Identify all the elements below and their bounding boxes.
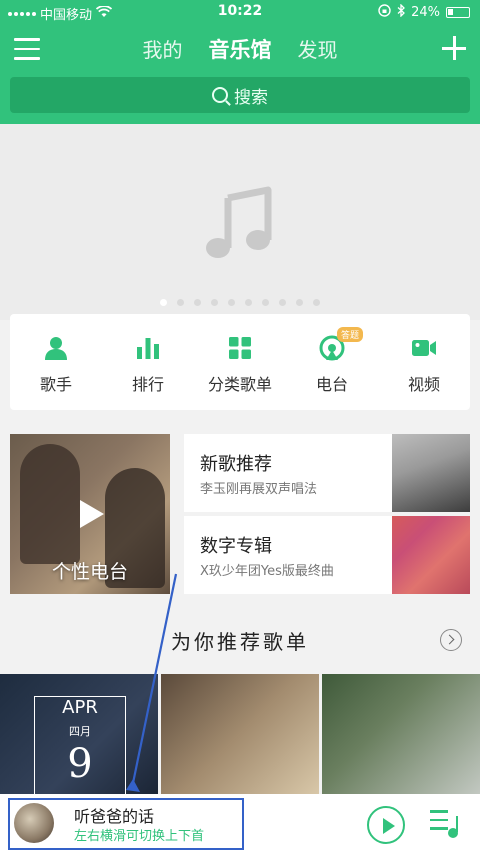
category-label: 排行 — [131, 375, 164, 394]
radio-label: 个性电台 — [51, 561, 128, 583]
carousel-dot[interactable] — [228, 299, 235, 306]
carousel-dot[interactable] — [177, 299, 184, 306]
radio-icon-wrap: 答题 — [319, 327, 364, 361]
playlist-tile[interactable] — [322, 674, 480, 794]
playlist-queue-icon[interactable] — [430, 810, 458, 838]
search-bar[interactable]: 搜索 — [10, 77, 470, 113]
music-note-icon — [206, 186, 272, 258]
card-subtitle: 李玉刚再展双声唱法 — [200, 482, 318, 497]
chevron-right-icon[interactable] — [440, 629, 462, 651]
date-day: 9 — [67, 741, 93, 787]
carousel-dot[interactable] — [194, 299, 201, 306]
category-label: 歌手 — [39, 375, 72, 394]
card-title: 数字专辑 — [200, 536, 272, 557]
date-frame: APR 四月 9 — [34, 696, 126, 794]
tab-discover[interactable]: 发现 — [298, 34, 338, 64]
carousel-dot[interactable] — [245, 299, 252, 306]
album-cover[interactable] — [14, 803, 54, 843]
add-icon[interactable] — [442, 36, 466, 60]
status-bar: 中国移动 10:22 24% — [0, 0, 480, 24]
status-right: 24% — [378, 3, 470, 21]
personal-radio-card[interactable]: 个性电台 — [10, 434, 170, 594]
search-icon — [212, 87, 228, 103]
digital-album-card[interactable]: 数字专辑 X玖少年团Yes版最终曲 — [184, 516, 470, 594]
swipe-hint: 左右横滑可切换上下首 — [74, 829, 205, 844]
radio-badge: 答题 — [337, 327, 364, 342]
tab-music-hall[interactable]: 音乐馆 — [209, 34, 272, 64]
date-month-en: APR — [62, 697, 98, 718]
now-playing-title: 听爸爸的话 — [74, 807, 155, 826]
singer-icon — [45, 337, 67, 360]
search-placeholder: 搜索 — [234, 87, 268, 108]
card-title: 新歌推荐 — [200, 454, 272, 475]
video-icon — [412, 340, 436, 356]
category-singer[interactable]: 歌手 — [16, 335, 96, 395]
playlist-tile[interactable]: APR 四月 9 — [0, 674, 158, 794]
category-label: 分类歌单 — [207, 375, 272, 394]
carousel-dot[interactable] — [262, 299, 269, 306]
bluetooth-icon — [397, 3, 406, 21]
playlist-tiles: APR 四月 9 — [0, 674, 480, 794]
battery-icon — [446, 7, 470, 18]
mini-player[interactable]: 听爸爸的话 左右横滑可切换上下首 — [0, 794, 480, 853]
main-tabs: 我的 音乐馆 发现 — [0, 34, 480, 64]
category-video[interactable]: 视频 — [384, 335, 464, 395]
category-label: 电台 — [315, 375, 348, 394]
app-screen: 中国移动 10:22 24% 我的 音乐馆 发现 搜索 歌手 排行 分类歌单 答… — [0, 0, 480, 853]
carousel-dot[interactable] — [279, 299, 286, 306]
category-playlist[interactable]: 分类歌单 — [200, 335, 280, 395]
play-icon[interactable] — [80, 500, 104, 528]
carousel-dot[interactable] — [296, 299, 303, 306]
category-row: 歌手 排行 分类歌单 答题 电台 视频 — [10, 314, 470, 410]
carousel-dot[interactable] — [313, 299, 320, 306]
new-songs-card[interactable]: 新歌推荐 李玉刚再展双声唱法 — [184, 434, 470, 512]
highlight-box: 听爸爸的话 左右横滑可切换上下首 — [8, 798, 244, 850]
chart-icon — [137, 338, 159, 359]
card-subtitle: X玖少年团Yes版最终曲 — [200, 564, 334, 579]
grid-icon — [229, 337, 251, 359]
category-chart[interactable]: 排行 — [108, 335, 188, 395]
card-thumbnail — [392, 516, 470, 594]
card-thumbnail — [392, 434, 470, 512]
playlist-tile[interactable] — [161, 674, 319, 794]
carousel-dots — [0, 299, 480, 306]
battery-percent: 24% — [411, 5, 440, 20]
carousel-dot[interactable] — [211, 299, 218, 306]
tab-mine[interactable]: 我的 — [143, 34, 183, 64]
date-month-cn: 四月 — [69, 725, 91, 738]
recommend-title: 为你推荐歌单 — [171, 630, 309, 654]
top-header: 我的 音乐馆 发现 搜索 — [0, 24, 480, 124]
play-button[interactable] — [367, 806, 405, 844]
category-radio[interactable]: 答题 电台 — [292, 327, 372, 395]
carousel-dot[interactable] — [160, 299, 167, 306]
category-label: 视频 — [407, 375, 440, 394]
banner-carousel[interactable] — [0, 124, 480, 320]
radio-cover-figure — [20, 444, 80, 564]
orientation-lock-icon — [378, 4, 391, 21]
